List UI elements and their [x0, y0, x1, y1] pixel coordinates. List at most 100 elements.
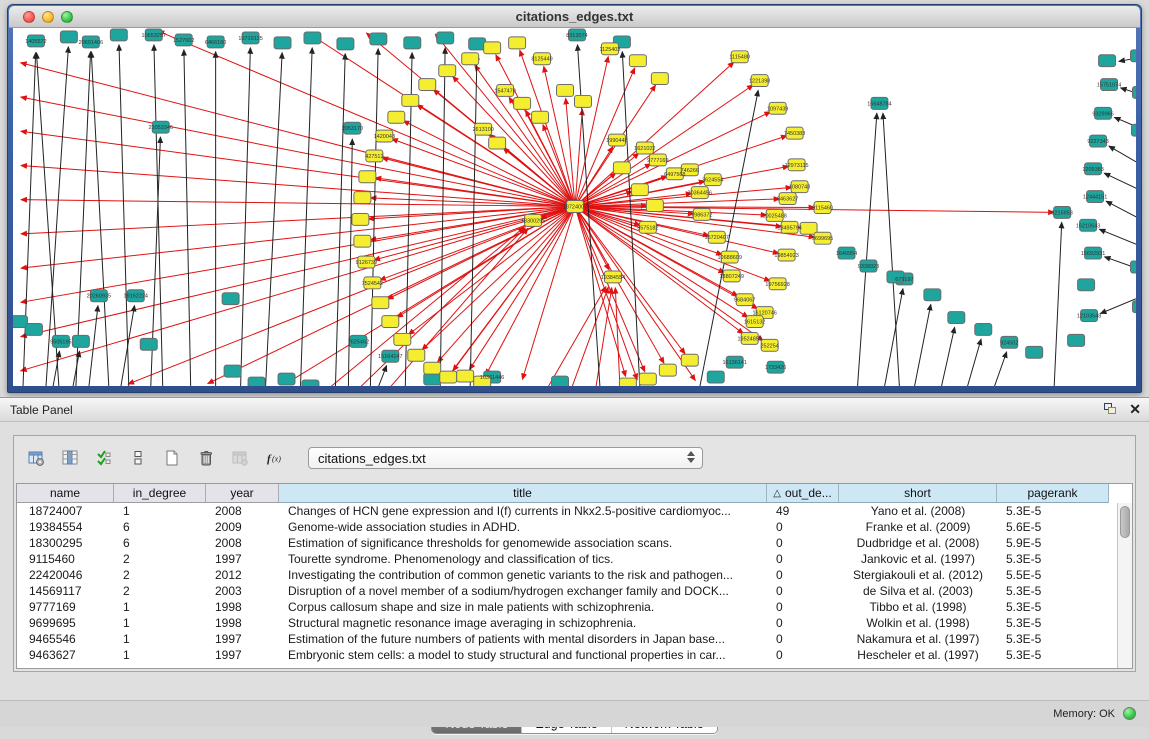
graph-node[interactable]	[707, 371, 724, 383]
citation-edge-black[interactable]	[1100, 299, 1136, 314]
citation-edge-red[interactable]	[496, 55, 575, 207]
graph-node[interactable]	[659, 364, 676, 376]
citation-edge-black[interactable]	[994, 352, 1006, 386]
citation-edge-black[interactable]	[967, 339, 981, 386]
citation-edge-black[interactable]	[335, 54, 345, 386]
graph-node[interactable]	[352, 213, 369, 225]
citation-edge-red[interactable]	[486, 207, 575, 375]
close-panel-icon[interactable]: ✕	[1129, 402, 1141, 416]
row-height-icon[interactable]	[124, 445, 152, 471]
table-row[interactable]: 946362711997Embryonic stem cells: a mode…	[17, 647, 1132, 663]
citation-edge-black[interactable]	[241, 48, 251, 386]
graph-node[interactable]	[457, 370, 474, 382]
graph-node[interactable]	[509, 37, 526, 49]
graph-node[interactable]	[613, 162, 630, 174]
graph-node[interactable]	[222, 293, 239, 305]
graph-node[interactable]	[382, 316, 399, 328]
citation-edge-black[interactable]	[622, 52, 640, 386]
graph-node[interactable]	[302, 380, 319, 386]
graph-node[interactable]	[1026, 346, 1043, 358]
graph-node[interactable]	[110, 29, 127, 41]
graph-node[interactable]	[1133, 301, 1136, 313]
graph-node[interactable]	[1078, 279, 1095, 291]
delete-column-icon[interactable]	[192, 445, 220, 471]
table-row[interactable]: 2242004622012Investigating the contribut…	[17, 567, 1132, 583]
graph-node[interactable]	[557, 85, 574, 97]
scrollbar-thumb[interactable]	[1120, 506, 1130, 538]
graph-node[interactable]	[248, 377, 265, 386]
graph-node[interactable]	[651, 73, 668, 85]
graph-node[interactable]	[462, 53, 479, 65]
graph-node[interactable]	[1131, 50, 1136, 62]
graph-node[interactable]	[975, 324, 992, 336]
citation-edge-black[interactable]	[857, 113, 876, 386]
graph-node[interactable]	[424, 373, 441, 385]
graph-node[interactable]	[629, 55, 646, 67]
citation-edge-black[interactable]	[300, 48, 312, 386]
column-header-in_degree[interactable]: in_degree	[114, 484, 206, 503]
citation-edge-black[interactable]	[370, 49, 378, 386]
citation-edge-red[interactable]	[615, 288, 620, 386]
citation-edge-black[interactable]	[184, 50, 191, 386]
graph-node[interactable]	[1132, 124, 1136, 136]
column-header-year[interactable]: year	[206, 484, 279, 503]
show-columns-icon[interactable]	[56, 445, 84, 471]
column-header-pagerank[interactable]: pagerank	[997, 484, 1109, 503]
table-row[interactable]: 1938455462009Genome-wide association stu…	[17, 519, 1132, 535]
graph-node[interactable]	[354, 235, 371, 247]
citation-edge-red[interactable]	[548, 287, 606, 386]
graph-node[interactable]	[489, 137, 506, 149]
graph-node[interactable]	[440, 371, 457, 383]
graph-node[interactable]	[140, 338, 157, 350]
citation-edge-black[interactable]	[440, 48, 445, 386]
table-mode-icon[interactable]	[22, 445, 50, 471]
graph-node[interactable]	[419, 79, 436, 91]
table-selector-dropdown[interactable]: citations_edges.txt	[308, 447, 703, 469]
citation-edge-black[interactable]	[266, 53, 283, 386]
graph-node[interactable]	[532, 111, 549, 123]
graph-node[interactable]	[224, 365, 241, 377]
table-row[interactable]: 1456911722003Disruption of a novel membe…	[17, 583, 1132, 599]
graph-node[interactable]	[469, 38, 486, 50]
select-rows-icon[interactable]	[90, 445, 118, 471]
graph-node[interactable]	[646, 200, 663, 212]
graph-node[interactable]	[370, 33, 387, 45]
float-panel-icon[interactable]	[1104, 403, 1117, 415]
citation-edge-black[interactable]	[1109, 146, 1136, 162]
citation-edge-black[interactable]	[1106, 201, 1136, 219]
citation-edge-black[interactable]	[1104, 173, 1136, 189]
graph-node[interactable]	[278, 373, 295, 385]
citation-edge-black[interactable]	[89, 306, 98, 386]
graph-node[interactable]	[639, 373, 656, 385]
graph-node[interactable]	[1068, 334, 1085, 346]
table-row[interactable]: 911546021997Tourette syndrome. Phenomeno…	[17, 551, 1132, 567]
citation-edge-red[interactable]	[575, 207, 770, 281]
citation-edge-red[interactable]	[21, 97, 575, 206]
citation-edge-red[interactable]	[575, 207, 685, 354]
graph-node[interactable]	[72, 335, 89, 347]
graph-node[interactable]	[304, 32, 321, 44]
citation-edge-black[interactable]	[1099, 229, 1136, 244]
function-builder-icon[interactable]: f(x)	[260, 445, 288, 471]
network-canvas[interactable]: 1405572206914061065325715276026466160107…	[13, 28, 1136, 386]
graph-node[interactable]	[924, 289, 941, 301]
graph-node[interactable]	[394, 333, 411, 345]
table-row[interactable]: 1830029562008Estimation of significance …	[17, 535, 1132, 551]
citation-edge-red[interactable]	[438, 207, 575, 363]
column-header-out_de[interactable]: △out_de...	[767, 484, 839, 503]
graph-node[interactable]	[408, 349, 425, 361]
graph-node[interactable]	[439, 65, 456, 77]
graph-node[interactable]	[619, 378, 636, 386]
column-header-title[interactable]: title	[279, 484, 767, 503]
graph-node[interactable]	[372, 297, 389, 309]
column-header-short[interactable]: short	[839, 484, 997, 503]
citation-edge-red[interactable]	[21, 63, 575, 207]
citation-edge-black[interactable]	[154, 45, 163, 386]
vertical-scrollbar[interactable]	[1117, 503, 1132, 668]
graph-node[interactable]	[359, 171, 376, 183]
citation-edge-black[interactable]	[914, 304, 930, 386]
graph-node[interactable]	[402, 94, 419, 106]
graph-node[interactable]	[575, 95, 592, 107]
graph-node[interactable]	[274, 37, 291, 49]
table-row[interactable]: 969969511998Structural magnetic resonanc…	[17, 615, 1132, 631]
